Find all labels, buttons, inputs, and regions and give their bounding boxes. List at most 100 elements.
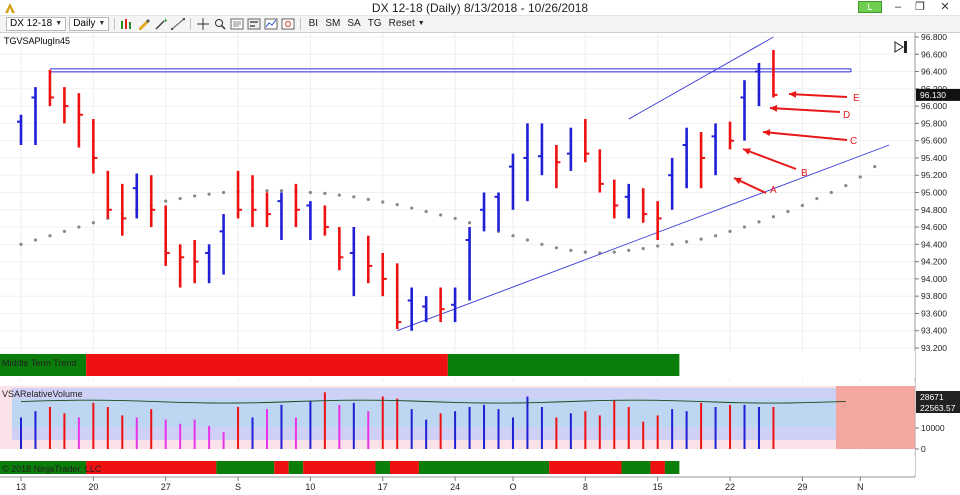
trend-dot — [221, 190, 226, 195]
trend-dot — [815, 196, 819, 201]
trend-dot — [381, 200, 385, 204]
trend-dot — [554, 246, 558, 250]
volume-flag-label: 22563.57 — [920, 403, 956, 413]
chart-toolbar: DX 12-18 ▼ Daily ▼ BI SM SA TG Reset ▼ — [0, 16, 960, 33]
date-tick-label: 15 — [653, 482, 663, 492]
annotation-label: A — [770, 185, 777, 196]
volume-panel-label: VSARelativeVolume — [2, 389, 83, 399]
trend-dot — [193, 194, 197, 198]
tg-button[interactable]: TG — [366, 17, 384, 31]
trend-dot — [352, 195, 356, 199]
price-tick-label: 96.600 — [921, 49, 947, 59]
bottom-segment — [549, 461, 622, 474]
bottom-segment — [303, 461, 376, 474]
volume-panel — [0, 386, 915, 449]
sm-button[interactable]: SM — [323, 17, 342, 31]
reset-button[interactable]: Reset ▼ — [387, 17, 427, 31]
date-tick-label: 29 — [797, 482, 807, 492]
trend-dot — [279, 189, 284, 193]
trend-dot — [467, 221, 472, 225]
trend-dot — [395, 202, 399, 207]
price-tick-label: 94.000 — [921, 274, 947, 284]
copyright-label: © 2018 NinjaTrader, LLC — [2, 464, 102, 474]
annotation-label: E — [853, 93, 860, 104]
bottom-segment — [288, 461, 304, 474]
trend-dot — [337, 193, 341, 197]
trend-dot — [453, 216, 457, 221]
magic-wand-icon[interactable] — [154, 17, 169, 31]
bottom-segment — [216, 461, 275, 474]
trend-dot — [858, 175, 862, 179]
trend-dot — [569, 248, 573, 252]
trend-dot — [699, 237, 703, 241]
price-tick-label: 94.400 — [921, 239, 947, 249]
bottom-segment — [86, 461, 217, 474]
trend-dot — [771, 215, 776, 219]
trend-dot — [873, 164, 877, 169]
strategies-icon[interactable] — [281, 17, 295, 31]
drawing-tools-icon[interactable] — [171, 17, 186, 31]
toolbar-separator — [300, 18, 302, 30]
zoom-icon[interactable] — [213, 17, 227, 31]
indicator-label: TGVSAPlugIn45 — [4, 36, 70, 46]
crosshair-icon[interactable] — [196, 17, 210, 31]
price-tick-label: 93.400 — [921, 326, 947, 336]
chevron-down-icon: ▼ — [98, 20, 106, 27]
trend-dot — [525, 238, 530, 242]
sa-button[interactable]: SA — [345, 17, 362, 31]
price-tick-label: 95.000 — [921, 188, 947, 198]
volume-flag-label: 28671 — [920, 392, 944, 402]
trend-dot — [757, 220, 761, 224]
trend-dot — [713, 234, 718, 238]
date-axis: 13 20 27 S 10 17 24 O 8 15 22 29 N — [16, 477, 864, 492]
bottom-segment — [274, 461, 289, 474]
trend-dot — [366, 197, 370, 202]
date-tick-label: O — [509, 482, 516, 492]
price-tick-label: 95.400 — [921, 153, 947, 163]
trend-dot — [685, 240, 689, 244]
instrument-selector[interactable]: DX 12-18 ▼ — [6, 17, 67, 31]
trend-dot — [627, 248, 631, 252]
bottom-segment — [389, 461, 419, 474]
trend-dot — [656, 244, 660, 248]
price-tick-label: 93.800 — [921, 291, 947, 301]
close-button[interactable]: ✕ — [930, 0, 960, 15]
price-tick-label: 95.200 — [921, 170, 947, 180]
date-tick-label: 24 — [450, 482, 460, 492]
pencil-icon[interactable] — [137, 17, 151, 31]
trend-dot — [511, 234, 515, 238]
link-button[interactable]: L — [858, 1, 882, 13]
price-tick-label: 96.000 — [921, 101, 947, 111]
interval-selector[interactable]: Daily ▼ — [69, 17, 110, 31]
chevron-down-icon: ▼ — [417, 20, 425, 27]
bottom-segment — [664, 461, 680, 474]
trend-dot — [178, 196, 182, 201]
annotation-label: C — [850, 136, 857, 147]
trend-dot — [62, 229, 67, 233]
trend-dot — [164, 199, 168, 203]
trend-dot — [670, 242, 674, 246]
bi-button[interactable]: BI — [306, 17, 320, 31]
volume-tick-label: 0 — [921, 444, 926, 454]
reset-label: Reset — [388, 18, 415, 29]
toolbar-separator — [190, 18, 192, 30]
date-tick-label: S — [235, 482, 241, 492]
properties-icon[interactable] — [247, 17, 261, 31]
bar-style-icon[interactable] — [120, 17, 134, 31]
interval-label: Daily — [73, 18, 96, 29]
price-chart[interactable]: TGVSAPlugIn45 A B C DE 96.800 96.600 96.400 96… — [0, 33, 960, 495]
price-tick-label: 95.800 — [921, 118, 947, 128]
indicators-icon[interactable] — [264, 17, 278, 31]
trend-dot — [641, 247, 645, 251]
bottom-segment — [375, 461, 390, 474]
chart-window: DX 12-18 (Daily) 8/13/2018 - 10/26/2018 … — [0, 0, 960, 495]
bottom-segment — [650, 461, 665, 474]
date-tick-label: N — [857, 482, 864, 492]
price-tick-label: 93.200 — [921, 343, 947, 353]
annotation-label: B — [801, 168, 808, 179]
trend-segment — [86, 354, 448, 376]
data-box-icon[interactable] — [230, 17, 244, 31]
trend-dot — [742, 225, 747, 229]
trend-dot — [829, 190, 833, 195]
volume-band-inner — [12, 399, 836, 427]
